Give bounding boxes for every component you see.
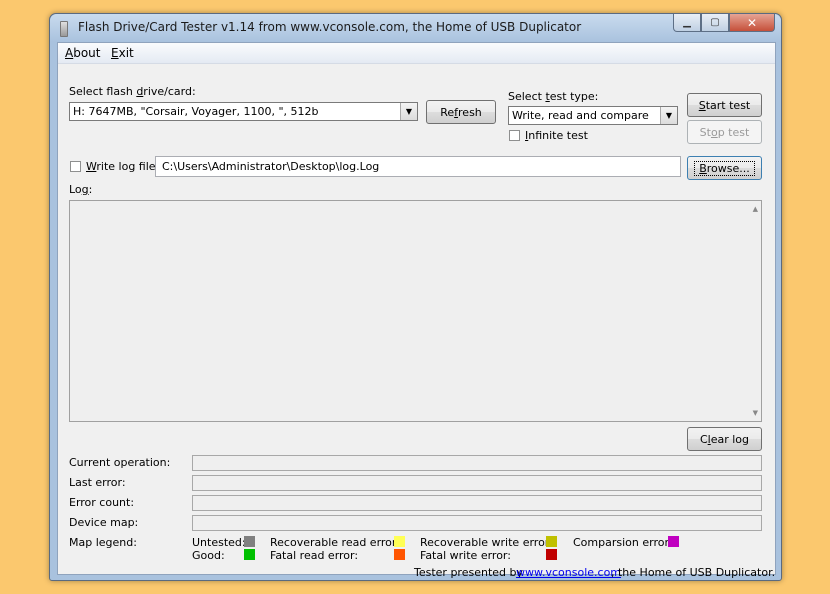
maximize-button[interactable]: ▢ bbox=[701, 14, 729, 32]
menu-about[interactable]: About bbox=[65, 46, 101, 60]
footer-suffix: , the Home of USB Duplicator. bbox=[611, 566, 776, 579]
title-bar[interactable]: Flash Drive/Card Tester v1.14 from www.v… bbox=[50, 14, 781, 42]
usb-drive-icon bbox=[60, 21, 68, 37]
chevron-down-icon[interactable]: ▼ bbox=[660, 107, 677, 124]
drive-select-value: H: 7647MB, "Corsair, Voyager, 1100, ", 5… bbox=[73, 105, 319, 118]
map-legend-label: Map legend: bbox=[69, 536, 137, 549]
legend-fatal-read-swatch bbox=[394, 549, 405, 560]
menu-about-accesskey: A bbox=[65, 46, 74, 60]
menu-exit-accesskey: E bbox=[111, 46, 119, 60]
infinite-test-checkbox[interactable] bbox=[509, 130, 520, 141]
last-error-field bbox=[192, 475, 762, 491]
log-path-input[interactable]: C:\Users\Administrator\Desktop\log.Log bbox=[155, 156, 681, 177]
clear-log-button[interactable]: Clear log bbox=[687, 427, 762, 451]
device-map-label: Device map: bbox=[69, 516, 139, 529]
legend-good-swatch bbox=[244, 549, 255, 560]
start-test-button[interactable]: Start test bbox=[687, 93, 762, 117]
current-operation-field bbox=[192, 455, 762, 471]
minimize-icon: ▁ bbox=[683, 17, 691, 28]
log-path-value: C:\Users\Administrator\Desktop\log.Log bbox=[162, 160, 380, 173]
legend-recoverable-write-swatch bbox=[546, 536, 557, 547]
legend-comparison-label: Comparsion error: bbox=[573, 536, 673, 549]
refresh-button[interactable]: Refresh bbox=[426, 100, 496, 124]
test-type-label: Select test type: bbox=[508, 90, 599, 103]
menu-bar: About Exit bbox=[58, 43, 775, 64]
test-type-select-value: Write, read and compare bbox=[512, 109, 649, 122]
write-log-label[interactable]: Write log file bbox=[86, 160, 156, 173]
legend-good-label: Good: bbox=[192, 549, 225, 562]
menu-exit-label: xit bbox=[118, 46, 134, 60]
log-label: Log: bbox=[69, 183, 93, 196]
device-map-field bbox=[192, 515, 762, 531]
error-count-field bbox=[192, 495, 762, 511]
infinite-test-label[interactable]: Infinite test bbox=[525, 129, 588, 142]
legend-fatal-write-swatch bbox=[546, 549, 557, 560]
legend-fatal-read-label: Fatal read error: bbox=[270, 549, 359, 562]
legend-recoverable-read-swatch bbox=[394, 536, 405, 547]
error-count-label: Error count: bbox=[69, 496, 135, 509]
last-error-label: Last error: bbox=[69, 476, 126, 489]
drive-select[interactable]: H: 7647MB, "Corsair, Voyager, 1100, ", 5… bbox=[69, 102, 418, 121]
drive-label: Select flash drive/card: bbox=[69, 85, 196, 98]
stop-test-button[interactable]: Stop test bbox=[687, 120, 762, 144]
log-textarea[interactable]: ▲ ▼ bbox=[69, 200, 762, 422]
chevron-down-icon[interactable]: ▼ bbox=[400, 103, 417, 120]
close-icon: ✕ bbox=[746, 15, 758, 30]
client-area: About Exit Select flash drive/card: H: 7… bbox=[57, 42, 776, 579]
close-button[interactable]: ✕ bbox=[729, 14, 775, 32]
legend-untested-label: Untested: bbox=[192, 536, 246, 549]
legend-untested-swatch bbox=[244, 536, 255, 547]
minimize-button[interactable]: ▁ bbox=[673, 14, 701, 32]
test-type-select[interactable]: Write, read and compare ▼ bbox=[508, 106, 678, 125]
maximize-icon: ▢ bbox=[710, 17, 720, 28]
menu-about-label: bout bbox=[73, 46, 101, 60]
menu-exit[interactable]: Exit bbox=[111, 46, 134, 60]
app-window: Flash Drive/Card Tester v1.14 from www.v… bbox=[49, 13, 782, 581]
legend-comparison-swatch bbox=[668, 536, 679, 547]
browse-button[interactable]: Browse... bbox=[687, 156, 762, 180]
scroll-up-icon[interactable]: ▲ bbox=[753, 205, 758, 213]
window-title: Flash Drive/Card Tester v1.14 from www.v… bbox=[78, 20, 582, 34]
current-operation-label: Current operation: bbox=[69, 456, 171, 469]
legend-fatal-write-label: Fatal write error: bbox=[420, 549, 511, 562]
legend-recoverable-read-label: Recoverable read error: bbox=[270, 536, 400, 549]
vconsole-link[interactable]: www.vconsole.com bbox=[516, 566, 621, 579]
legend-recoverable-write-label: Recoverable write error: bbox=[420, 536, 553, 549]
footer-prefix: Tester presented by bbox=[414, 566, 524, 579]
scroll-down-icon[interactable]: ▼ bbox=[753, 409, 758, 417]
write-log-checkbox[interactable] bbox=[70, 161, 81, 172]
